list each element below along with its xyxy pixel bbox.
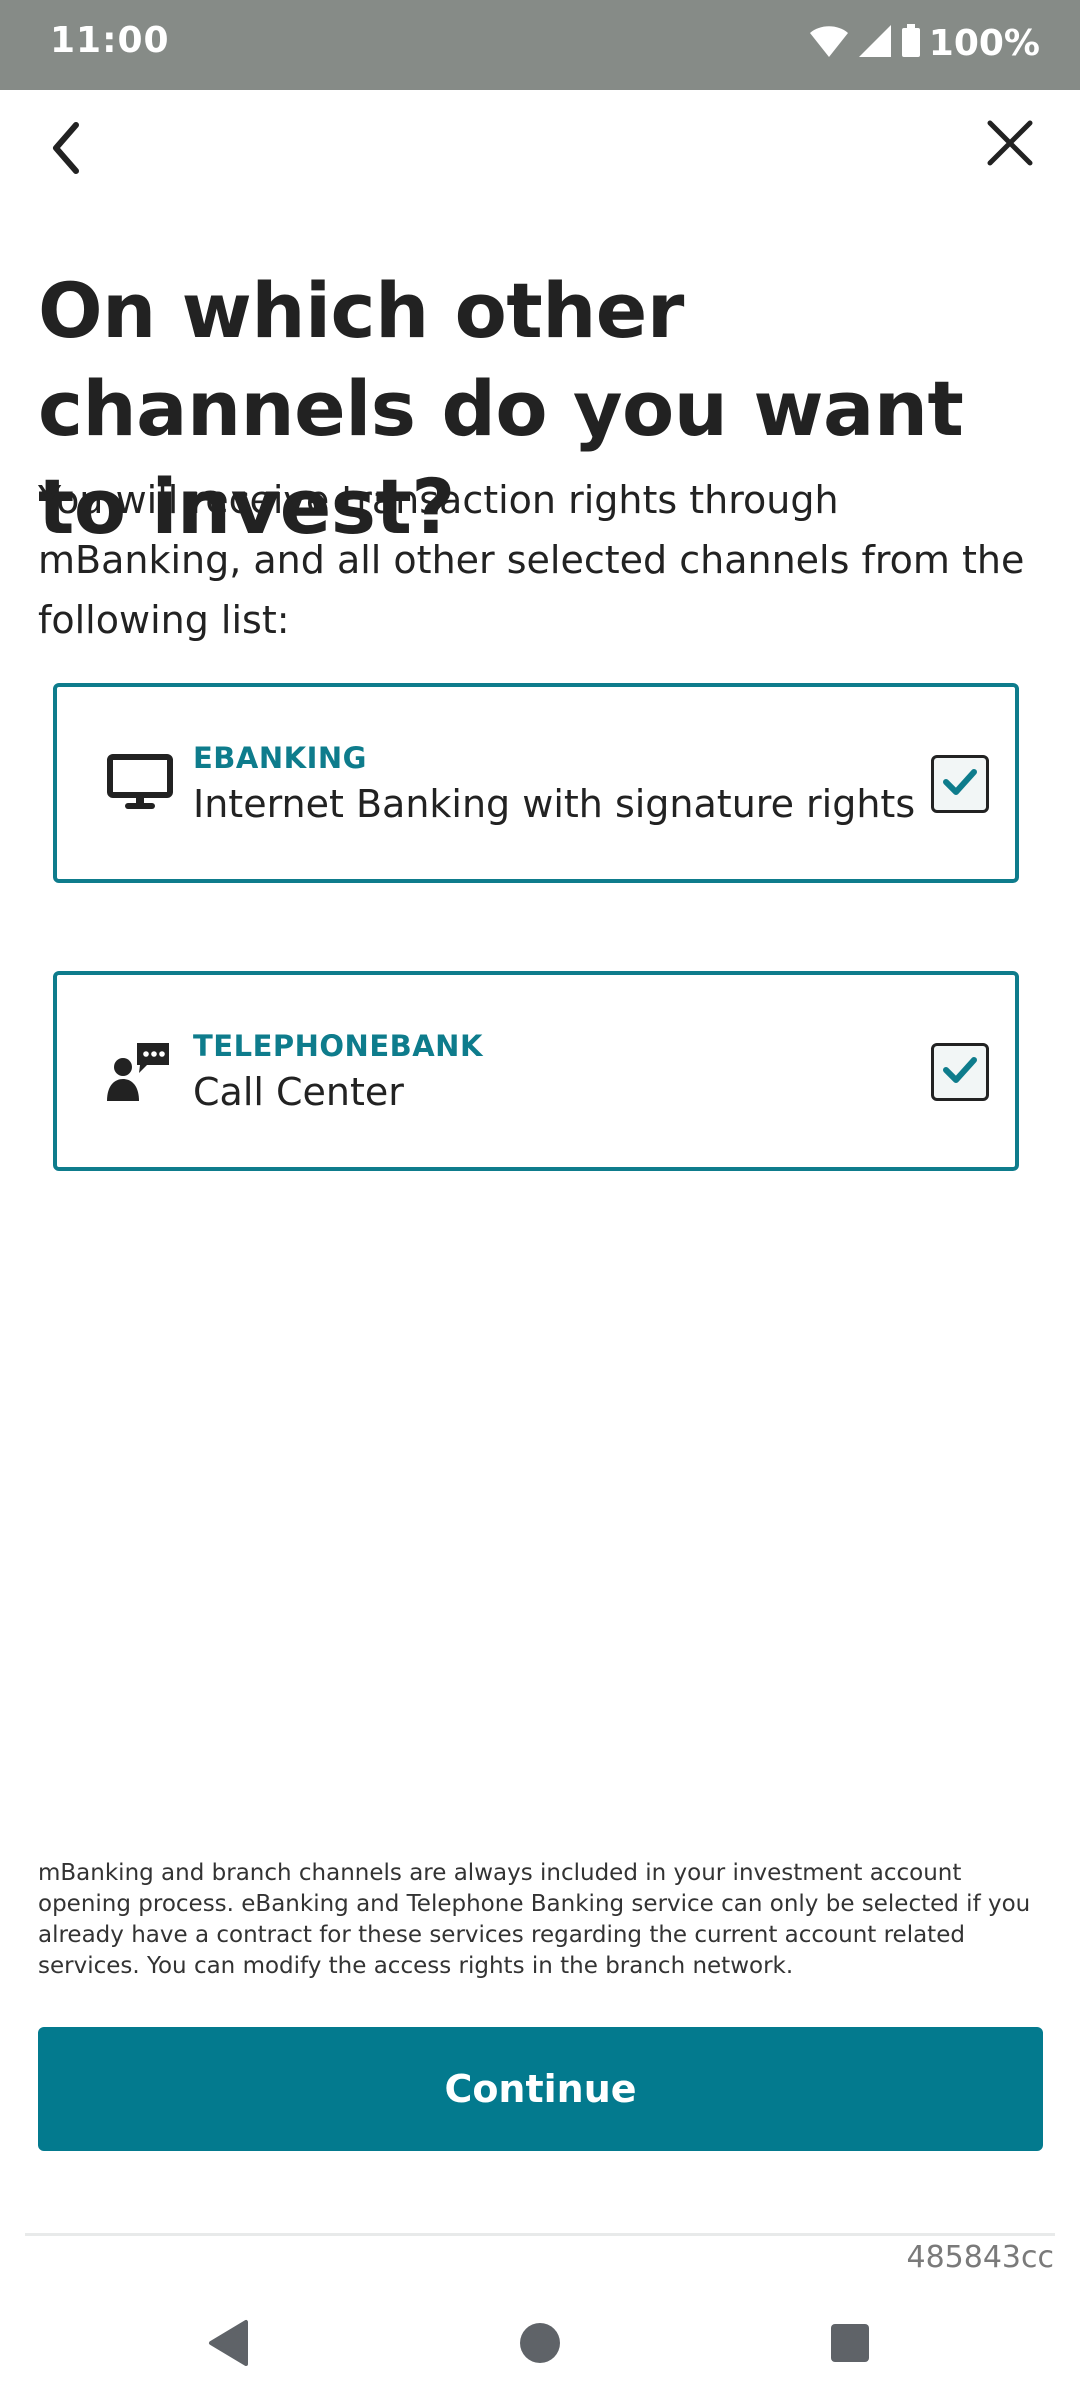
disclaimer-text: mBanking and branch channels are always … [38,1860,1031,1979]
monitor-icon [107,751,173,817]
system-navigation-bar [0,2290,1080,2400]
system-back-button[interactable] [198,2315,258,2375]
triangle-back-icon [206,2319,250,2371]
back-button[interactable] [30,110,100,190]
close-button[interactable] [970,105,1050,185]
chevron-left-icon [48,121,82,179]
option-checkbox-ebanking[interactable] [931,755,989,813]
divider [25,2233,1055,2236]
wifi-icon [809,24,849,62]
page-subtitle: You will receive transaction rights thro… [38,478,1025,642]
build-id: 485843cc [906,2240,1054,2275]
status-bar: 11:00 100% [0,0,1080,90]
checkmark-icon [942,1055,978,1089]
option-card-telephonebank[interactable]: TELEPHONEBANK Call Center [53,971,1019,1171]
status-indicators: 100% [809,18,1040,68]
option-kicker: TELEPHONEBANK [193,1029,483,1063]
square-recents-icon [830,2323,870,2367]
system-home-button[interactable] [510,2315,570,2375]
option-label: Internet Banking with signature rights [193,782,916,826]
battery-icon [901,24,921,62]
cellular-signal-icon [857,24,893,62]
battery-percentage: 100% [928,22,1040,64]
person-chat-icon [107,1039,173,1105]
status-time: 11:00 [50,20,170,61]
screen: 11:00 100% On which other channels do yo… [0,0,1080,2400]
close-icon [985,118,1035,172]
option-checkbox-telephonebank[interactable] [931,1043,989,1101]
circle-home-icon [518,2321,562,2369]
system-recents-button[interactable] [820,2315,880,2375]
continue-button[interactable]: Continue [38,2027,1043,2151]
option-label: Call Center [193,1070,404,1114]
option-card-ebanking[interactable]: EBANKING Internet Banking with signature… [53,683,1019,883]
checkmark-icon [942,767,978,801]
option-kicker: EBANKING [193,741,367,775]
